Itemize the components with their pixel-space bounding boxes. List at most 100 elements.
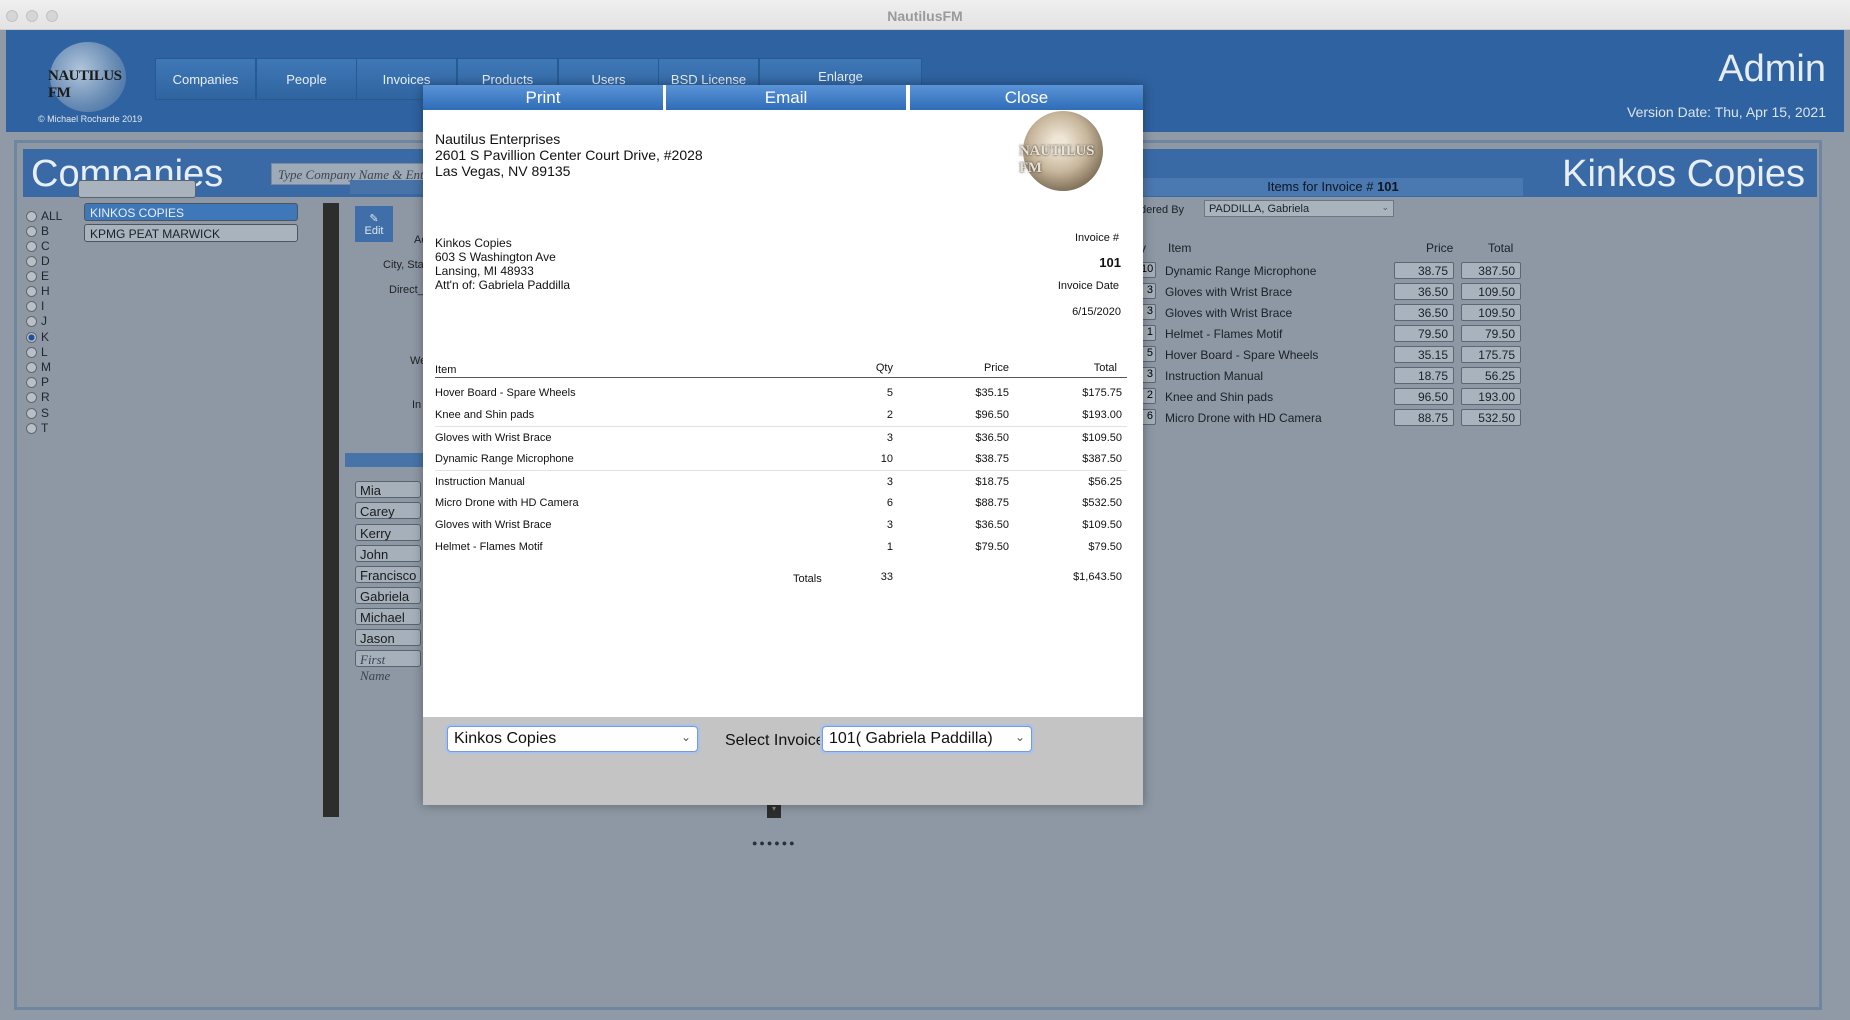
person-first-name[interactable]: Carey: [355, 502, 421, 519]
new-first-name-input[interactable]: First Name: [355, 650, 421, 683]
alpha-filter-t[interactable]: T: [26, 421, 48, 435]
invoice-price: $36.50: [975, 432, 1009, 444]
item-name[interactable]: Gloves with Wrist Brace: [1165, 285, 1292, 299]
company-item[interactable]: KPMG PEAT MARWICK: [84, 224, 298, 242]
invoice-row: Micro Drone with HD Camera 6 $88.75 $532.50: [435, 492, 1127, 514]
alpha-filter-i[interactable]: I: [26, 299, 44, 313]
invoice-select[interactable]: 101( Gabriela Paddilla) ⌄: [822, 726, 1032, 752]
print-button[interactable]: Print: [423, 85, 665, 110]
item-name[interactable]: Gloves with Wrist Brace: [1165, 306, 1292, 320]
invoice-price: $38.75: [975, 453, 1009, 465]
person-first-name[interactable]: Gabriela: [355, 587, 421, 604]
person-first-name[interactable]: Kerry: [355, 524, 421, 541]
totals-qty: 33: [880, 571, 893, 583]
company-item-selected[interactable]: KINKOS COPIES: [84, 203, 298, 221]
alpha-filter-l[interactable]: L: [26, 345, 48, 359]
invoice-total: $79.50: [1088, 541, 1122, 553]
user-role: Admin: [1718, 48, 1826, 90]
invoice-total: $175.75: [1082, 387, 1122, 399]
invoice-row: Gloves with Wrist Brace 3 $36.50 $109.50: [435, 426, 1127, 448]
radio-icon: [26, 346, 37, 358]
window-title: NautilusFM: [887, 8, 963, 24]
totals-label: Totals: [793, 573, 822, 585]
alpha-filter-s[interactable]: S: [26, 406, 49, 420]
invoice-total: $532.50: [1082, 497, 1122, 509]
edit-icon: ✎: [369, 212, 379, 225]
person-first-name[interactable]: Michael: [355, 608, 421, 625]
invoice-price: $35.15: [975, 387, 1009, 399]
invoice-row: Helmet - Flames Motif 1 $79.50 $79.50: [435, 536, 1127, 558]
field-label: Direct_I: [389, 284, 427, 296]
item-price[interactable]: 96.50: [1394, 388, 1454, 405]
invoice-total: $193.00: [1082, 409, 1122, 421]
nautilus-logo: NAUTILUS FM: [1019, 111, 1105, 193]
ordered-by-select[interactable]: PADDILLA, Gabriela ⌄: [1204, 200, 1394, 217]
nav-people[interactable]: People: [256, 58, 357, 100]
radio-icon: [26, 255, 37, 267]
person-first-name[interactable]: Francisco: [355, 566, 421, 583]
invoice-item: Gloves with Wrist Brace: [435, 519, 552, 531]
filter-input[interactable]: [78, 180, 196, 198]
bill-to-address: Kinkos Copies 603 S Washington Ave Lansi…: [435, 236, 571, 292]
alpha-filter-d[interactable]: D: [26, 254, 50, 268]
alpha-filter-m[interactable]: M: [26, 360, 51, 374]
company-list-scrollbar[interactable]: [323, 203, 339, 817]
item-name[interactable]: Instruction Manual: [1165, 369, 1263, 383]
select-invoice-label: Select Invoice: [725, 732, 825, 749]
invoice-item: Knee and Shin pads: [435, 409, 535, 421]
col-price: Price: [983, 362, 1009, 374]
alpha-filter-h[interactable]: H: [26, 284, 50, 298]
edit-button[interactable]: ✎ Edit: [355, 206, 393, 242]
item-price[interactable]: 35.15: [1394, 346, 1454, 363]
alpha-filter-all[interactable]: ALL: [26, 209, 62, 223]
item-price[interactable]: 88.75: [1394, 409, 1454, 426]
item-price[interactable]: 36.50: [1394, 304, 1454, 321]
item-name[interactable]: Dynamic Range Microphone: [1165, 264, 1316, 278]
alpha-filter-b[interactable]: B: [26, 224, 49, 238]
alpha-filter-k[interactable]: K: [26, 330, 49, 344]
col-item: Item: [1168, 241, 1192, 255]
person-first-name[interactable]: John: [355, 545, 421, 562]
items-for-invoice-header: Items for Invoice # 101: [1143, 178, 1523, 196]
item-price[interactable]: 38.75: [1394, 262, 1454, 279]
detail-header-strip: [350, 180, 425, 194]
item-name[interactable]: Hover Board - Spare Wheels: [1165, 348, 1318, 362]
page-dots[interactable]: ●●●●●●: [752, 838, 797, 848]
radio-icon: [26, 240, 37, 252]
col-item: Item: [435, 364, 457, 376]
invoice-total: $56.25: [1088, 476, 1122, 488]
invoice-item: Helmet - Flames Motif: [435, 541, 543, 553]
radio-icon: [26, 361, 37, 373]
invoice-qty: 6: [886, 497, 893, 509]
invoice-item: Micro Drone with HD Camera: [435, 497, 579, 509]
alpha-filter-e[interactable]: E: [26, 269, 49, 283]
close-button[interactable]: Close: [910, 85, 1143, 110]
person-first-name[interactable]: Jason: [355, 629, 421, 646]
invoice-price: $88.75: [975, 497, 1009, 509]
alpha-filter-p[interactable]: P: [26, 375, 49, 389]
copyright: © Michael Rocharde 2019: [38, 114, 143, 124]
chevron-down-icon: ⌄: [1381, 202, 1389, 212]
nav-companies[interactable]: Companies: [155, 58, 256, 100]
people-header-strip: [345, 453, 425, 467]
col-price: Price: [1426, 241, 1454, 255]
item-name[interactable]: Knee and Shin pads: [1165, 390, 1273, 404]
invoice-row: Hover Board - Spare Wheels 5 $35.15 $175.75: [435, 382, 1127, 404]
company-select[interactable]: Kinkos Copies ⌄: [447, 726, 698, 752]
item-price[interactable]: 18.75: [1394, 367, 1454, 384]
item-price[interactable]: 79.50: [1394, 325, 1454, 342]
alpha-filter-c[interactable]: C: [26, 239, 50, 253]
invoice-item: Instruction Manual: [435, 476, 525, 488]
scroll-arrow[interactable]: [323, 803, 339, 817]
item-total: 109.50: [1461, 283, 1521, 300]
item-name[interactable]: Micro Drone with HD Camera: [1165, 411, 1322, 425]
person-first-name[interactable]: Mia: [355, 481, 421, 498]
item-price[interactable]: 36.50: [1394, 283, 1454, 300]
radio-icon: [26, 210, 37, 222]
radio-icon: [26, 376, 37, 388]
chevron-down-icon[interactable]: ▾: [767, 804, 781, 818]
item-name[interactable]: Helmet - Flames Motif: [1165, 327, 1282, 341]
email-button[interactable]: Email: [666, 85, 908, 110]
alpha-filter-r[interactable]: R: [26, 390, 50, 404]
alpha-filter-j[interactable]: J: [26, 314, 47, 328]
